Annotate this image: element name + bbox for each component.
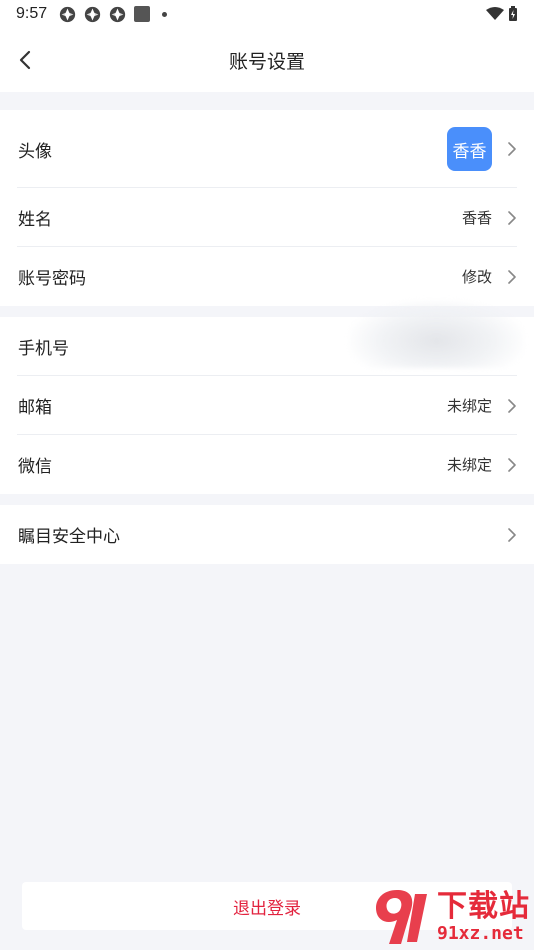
email-row[interactable]: 邮箱 未绑定	[0, 376, 534, 435]
top-navigation: 账号设置	[0, 28, 534, 92]
notification-square-icon	[134, 6, 151, 22]
wechat-label: 微信	[18, 457, 52, 477]
watermark-logo-icon	[375, 890, 427, 944]
more-notifications-dot-icon	[162, 11, 168, 17]
phone-label: 手机号	[18, 339, 69, 359]
name-value: 香香	[461, 209, 492, 227]
email-label: 邮箱	[18, 398, 52, 418]
name-label: 姓名	[18, 210, 52, 230]
security-center-row[interactable]: 瞩目安全中心	[0, 505, 534, 564]
chevron-right-icon	[508, 210, 516, 225]
app-notification-icon	[59, 6, 76, 22]
password-label: 账号密码	[18, 269, 86, 289]
chevron-right-icon	[508, 527, 516, 542]
page-title: 账号设置	[228, 50, 305, 73]
back-arrow-icon[interactable]	[12, 46, 40, 74]
battery-icon	[509, 6, 517, 21]
watermark-text: 下载站	[437, 889, 530, 924]
blurred-phone-number	[349, 300, 524, 368]
site-watermark: 下载站 91xz.net	[367, 884, 530, 950]
email-value: 未绑定	[446, 397, 492, 415]
chevron-right-icon	[508, 142, 516, 156]
wechat-value: 未绑定	[446, 456, 492, 474]
avatar: 香香	[447, 127, 492, 171]
chevron-right-icon	[508, 398, 516, 413]
password-value: 修改	[461, 268, 492, 286]
security-group: 瞩目安全中心	[0, 505, 534, 564]
status-time: 9:57	[16, 5, 48, 22]
security-center-label: 瞩目安全中心	[18, 527, 120, 547]
password-row[interactable]: 账号密码 修改	[0, 247, 534, 306]
watermark-url: 91xz.net	[437, 923, 524, 944]
chevron-right-icon	[508, 457, 516, 472]
profile-group: 头像 香香 姓名 香香 账号密码 修改	[0, 110, 534, 306]
chevron-right-icon	[508, 269, 516, 284]
wechat-row[interactable]: 微信 未绑定	[0, 435, 534, 494]
wifi-icon	[486, 7, 504, 20]
avatar-label: 头像	[18, 141, 52, 162]
status-bar: 9:57	[0, 0, 534, 28]
logout-label: 退出登录	[233, 898, 301, 919]
app-notification-icon	[109, 6, 126, 22]
name-row[interactable]: 姓名 香香	[0, 188, 534, 247]
avatar-row[interactable]: 头像 香香	[0, 110, 534, 188]
app-notification-icon	[84, 6, 101, 22]
